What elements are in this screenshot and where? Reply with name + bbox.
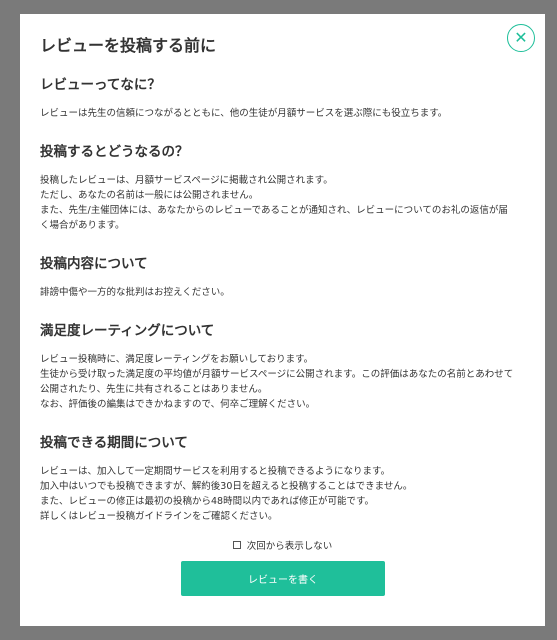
guideline-sections: レビューってなに？ レビューは先生の信頼につながるとともに、他の生徒が月額サービス…	[40, 76, 525, 524]
review-guidelines-modal: レビューを投稿する前に ✕ レビューってなに？ レビューは先生の信頼につながるとと…	[20, 14, 545, 626]
section-heading: 投稿できる期間について	[40, 435, 188, 451]
section-heading: 投稿するとどうなるの？	[40, 144, 189, 160]
section-body-line: 加入中はいつでも投稿できますが、解約後30日を超えると投稿することはできません。	[40, 481, 413, 492]
dont-show-again-label[interactable]: 次回から表示しない	[247, 538, 333, 552]
section-body: レビューは、加入して一定期間サービスを利用すると投稿できるようになります。加入中…	[40, 464, 525, 524]
section-body-line: 生徒から受け取った満足度の平均値が月額サービスページに公開されます。この評価はあ…	[40, 369, 514, 380]
section-body-line: 公開されたり、先生に共有されることはありません。	[40, 384, 268, 395]
section-heading: 投稿内容について	[40, 256, 148, 272]
dont-show-again-row[interactable]: 次回から表示しない	[20, 538, 545, 552]
modal-title: レビューを投稿する前に	[40, 36, 217, 55]
dont-show-again-checkbox[interactable]	[232, 541, 241, 549]
section-body: レビュー投稿時に、満足度レーティングをお願いしております。生徒から受け取った満足…	[40, 352, 525, 412]
close-icon: ✕	[514, 28, 528, 47]
close-button[interactable]: ✕	[507, 24, 535, 52]
section-body-line: 詳しくはレビュー投稿ガイドラインをご確認ください。	[40, 511, 278, 522]
section-body-line: く場合があります。	[40, 220, 125, 231]
write-review-button[interactable]: レビューを書く	[181, 561, 385, 596]
section-heading: 満足度レーティングについて	[40, 323, 215, 339]
section-body-line: なお、評価後の編集はできかねますので、何卒ご理解ください。	[40, 399, 316, 410]
section-body-line: ただし、あなたの名前は一般には公開されません。	[40, 190, 259, 201]
section-body-line: 投稿したレビューは、月額サービスページに掲載され公開されます。	[40, 175, 333, 186]
section-body-line: また、レビューの修正は最初の投稿から48時間以内であれば修正が可能です。	[40, 496, 375, 507]
section-body: 誹謗中傷や一方的な批判はお控えください。	[40, 285, 525, 300]
section-body: レビューは先生の信頼につながるとともに、他の生徒が月額サービスを選ぶ際にも役立ち…	[40, 106, 525, 121]
section-body-line: レビューは先生の信頼につながるとともに、他の生徒が月額サービスを選ぶ際にも役立ち…	[40, 108, 448, 119]
section-body-line: また、先生/主催団体には、あなたからのレビューであることが通知され、レビューにつ…	[40, 205, 508, 216]
section-body-line: レビューは、加入して一定期間サービスを利用すると投稿できるようになります。	[40, 466, 391, 477]
section-body-line: 誹謗中傷や一方的な批判はお控えください。	[40, 287, 230, 298]
section-heading: レビューってなに？	[40, 77, 161, 93]
section-body: 投稿したレビューは、月額サービスページに掲載され公開されます。 ただし、あなたの名…	[40, 173, 525, 233]
section-body-line: レビュー投稿時に、満足度レーティングをお願いしております。	[40, 354, 314, 365]
